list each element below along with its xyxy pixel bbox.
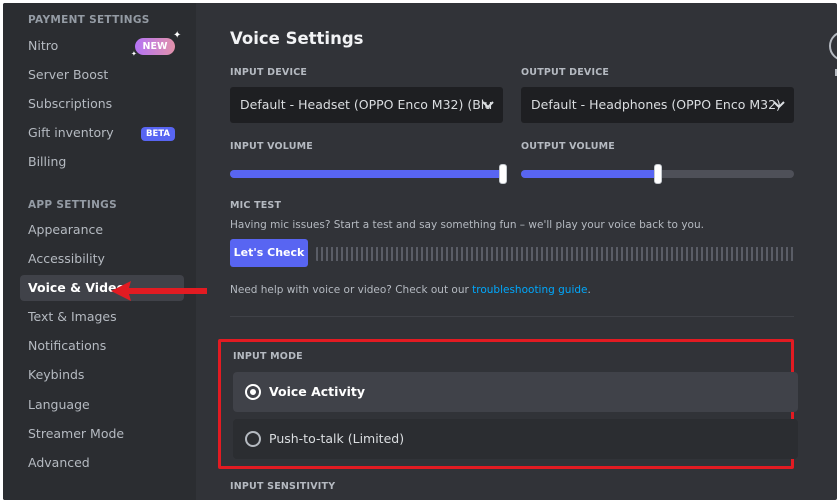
- help-text: Need help with voice or video? Check out…: [230, 284, 591, 296]
- sidebar-item-label: Appearance: [28, 222, 104, 237]
- sidebar-item-language[interactable]: Language: [20, 392, 184, 418]
- troubleshooting-link[interactable]: troubleshooting guide: [472, 284, 587, 296]
- output-volume-fill: [521, 170, 658, 178]
- sidebar-item-label: Billing: [28, 154, 67, 169]
- push-to-talk-label: Push-to-talk (Limited): [269, 431, 405, 446]
- payment-settings-header: PAYMENT SETTINGS: [28, 14, 150, 26]
- input-volume-fill: [230, 170, 503, 178]
- sidebar-item-label: Advanced: [28, 455, 90, 470]
- voice-settings-panel: Voice Settings INPUT DEVICE Default - He…: [196, 3, 837, 500]
- sidebar-item-label: Text & Images: [28, 309, 117, 324]
- help-prefix: Need help with voice or video? Check out…: [230, 284, 473, 296]
- output-device-select[interactable]: Default - Headphones (OPPO Enco M32): [521, 87, 794, 123]
- input-mode-label: INPUT MODE: [233, 351, 303, 362]
- sidebar-item-label: Accessibility: [28, 251, 105, 266]
- sidebar-item-label: Language: [28, 397, 90, 412]
- sidebar-item-label: Streamer Mode: [28, 426, 125, 441]
- discord-settings-window: PAYMENT SETTINGS Nitro NEW ✦ ✦ Server Bo…: [3, 3, 837, 500]
- mic-test-label: MIC TEST: [230, 200, 282, 211]
- sidebar-item-notifications[interactable]: Notifications: [20, 333, 184, 359]
- voice-activity-label: Voice Activity: [269, 384, 366, 399]
- sparkle-icon: ✦: [173, 30, 182, 41]
- close-button[interactable]: [829, 31, 837, 61]
- push-to-talk-option[interactable]: Push-to-talk (Limited): [233, 419, 798, 459]
- radio-selected-icon: [245, 384, 261, 400]
- sidebar-item-streamer-mode[interactable]: Streamer Mode: [20, 421, 184, 447]
- sidebar-item-label: Gift inventory: [28, 125, 114, 140]
- mic-level-meter: [316, 247, 796, 261]
- input-device-value: Default - Headset (OPPO Enco M32) (Blu: [240, 97, 493, 112]
- sidebar-item-text-images[interactable]: Text & Images: [20, 304, 184, 330]
- output-volume-handle[interactable]: [653, 164, 662, 184]
- input-volume-slider[interactable]: [230, 164, 507, 184]
- page-title: Voice Settings: [230, 29, 364, 48]
- new-badge: NEW: [135, 38, 175, 55]
- input-sensitivity-label: INPUT SENSITIVITY: [230, 481, 336, 492]
- sidebar-item-label: Nitro: [28, 38, 59, 53]
- mic-test-description: Having mic issues? Start a test and say …: [230, 219, 704, 231]
- input-device-label: INPUT DEVICE: [230, 67, 308, 78]
- output-volume-label: OUTPUT VOLUME: [521, 141, 615, 152]
- voice-activity-option[interactable]: Voice Activity: [233, 372, 798, 412]
- chevron-down-icon: [482, 101, 494, 109]
- input-device-select[interactable]: Default - Headset (OPPO Enco M32) (Blu: [230, 87, 503, 123]
- sidebar-item-label: Keybinds: [28, 367, 85, 382]
- sparkle-small-icon: ✦: [131, 50, 137, 58]
- sidebar-item-accessibility[interactable]: Accessibility: [20, 246, 184, 272]
- esc-label-fragment: [835, 69, 837, 76]
- chevron-down-icon: [773, 101, 785, 109]
- sidebar-item-label: Notifications: [28, 338, 107, 353]
- settings-sidebar: PAYMENT SETTINGS Nitro NEW ✦ ✦ Server Bo…: [3, 3, 196, 500]
- sidebar-item-appearance[interactable]: Appearance: [20, 217, 184, 243]
- sidebar-item-keybinds[interactable]: Keybinds: [20, 362, 184, 388]
- beta-badge: BETA: [141, 127, 175, 141]
- sidebar-item-label: Server Boost: [28, 67, 109, 82]
- sidebar-item-subscriptions[interactable]: Subscriptions: [20, 91, 184, 117]
- input-volume-label: INPUT VOLUME: [230, 141, 313, 152]
- sidebar-item-advanced[interactable]: Advanced: [20, 450, 184, 476]
- input-volume-handle[interactable]: [499, 164, 507, 184]
- sidebar-item-label: Subscriptions: [28, 96, 113, 111]
- sidebar-item-billing[interactable]: Billing: [20, 149, 184, 175]
- section-divider: [230, 316, 794, 317]
- annotation-arrow-icon: [111, 281, 207, 301]
- output-device-label: OUTPUT DEVICE: [521, 67, 610, 78]
- output-volume-slider[interactable]: [521, 164, 794, 184]
- app-settings-header: APP SETTINGS: [28, 199, 117, 211]
- output-device-value: Default - Headphones (OPPO Enco M32): [531, 97, 781, 112]
- help-suffix: .: [587, 284, 591, 296]
- lets-check-button[interactable]: Let's Check: [230, 239, 308, 267]
- sidebar-item-server-boost[interactable]: Server Boost: [20, 62, 184, 88]
- radio-unselected-icon: [245, 431, 261, 447]
